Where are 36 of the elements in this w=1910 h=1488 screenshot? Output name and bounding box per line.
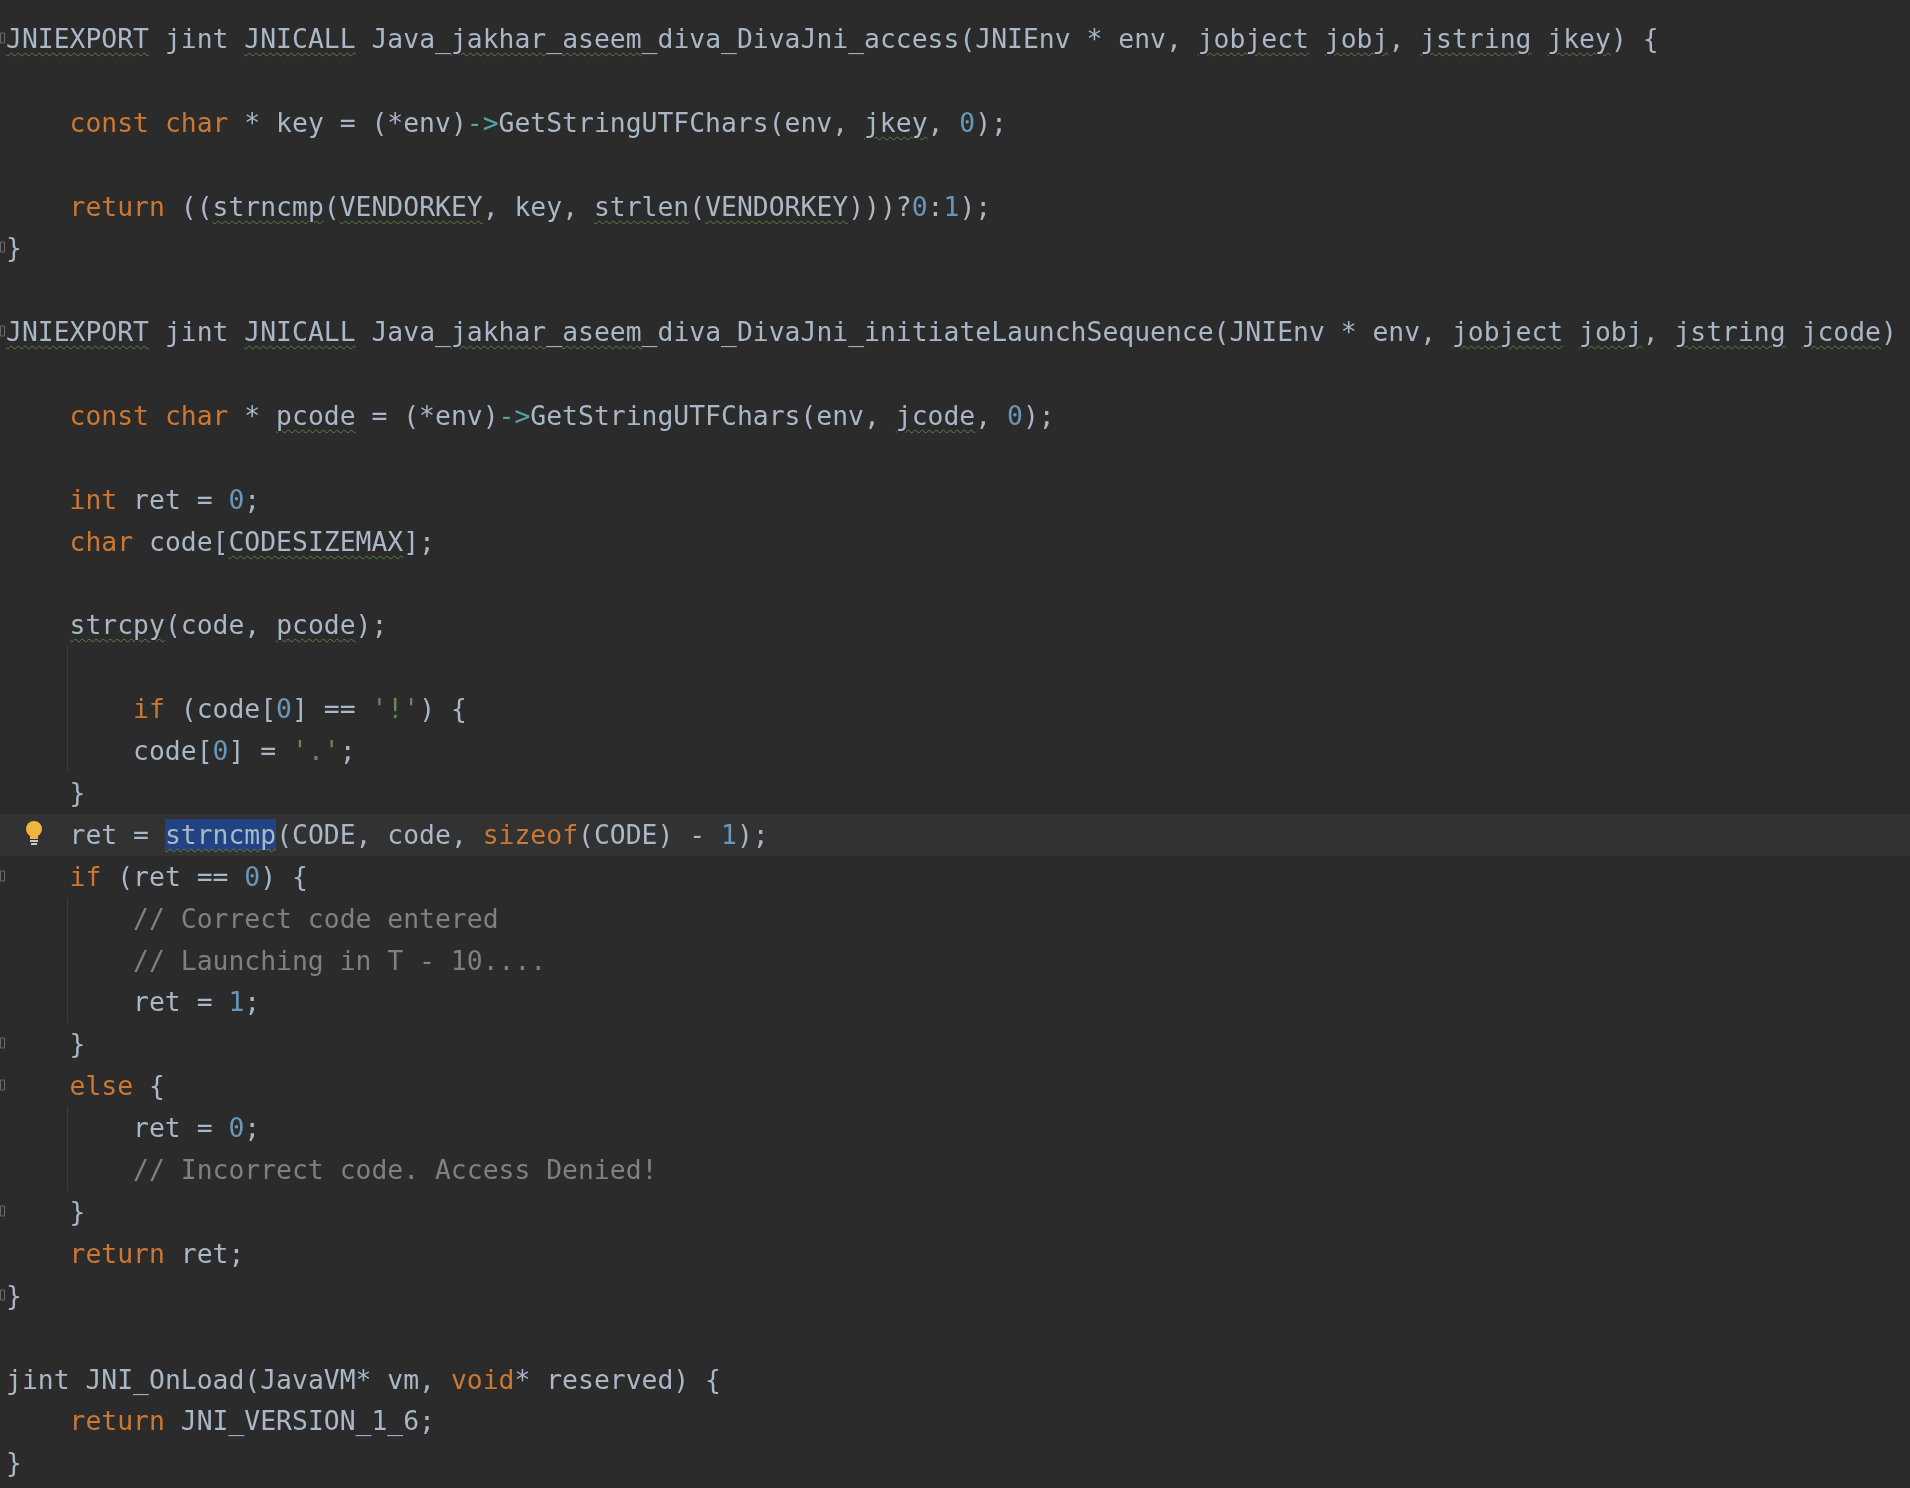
lightbulb-icon[interactable] (24, 819, 44, 846)
code-line: } (6, 1279, 22, 1311)
code-line: const char * pcode = (*env)->GetStringUTFChars(env, jcode, 0); (69, 400, 1055, 431)
code-line: else { (69, 1070, 165, 1102)
code-line: ret = strncmp(CODE, code, sizeof(CODE) - 1); (69, 818, 769, 850)
code-line: // Launching in T - 10.... (133, 944, 547, 976)
code-line: return ((strncmp(VENDORKEY, key, strlen(VENDORKEY)))?0:1); (69, 190, 992, 222)
fold-marker-icon[interactable] (0, 241, 5, 254)
code-line: code[0] = '.'; (133, 735, 356, 767)
fold-marker-icon[interactable] (0, 1204, 5, 1217)
code-line: } (6, 232, 22, 264)
code-line: char code[CODESIZEMAX]; (69, 525, 435, 557)
code-line: JNIEXPORT jint JNICALL Java_jakhar_aseem_diva_DivaJni_access(JNIEnv * env, jobject jobj, jstring jkey) { (6, 23, 1659, 54)
code-line: } (69, 1195, 86, 1227)
code-line: jint JNI_OnLoad(JavaVM* vm, void* reserved) { (6, 1363, 721, 1395)
code-line: ret = 0; (133, 1112, 261, 1144)
fold-marker-icon[interactable] (0, 1288, 5, 1301)
code-line: // Incorrect code. Access Denied! (133, 1154, 658, 1186)
fold-marker-icon[interactable] (0, 1037, 5, 1050)
code-line: return JNI_VERSION_1_6; (69, 1405, 435, 1437)
code-line: } (6, 1447, 22, 1479)
fold-marker-icon[interactable] (0, 32, 5, 44)
fold-marker-icon[interactable] (0, 869, 5, 882)
code-line: } (69, 777, 86, 809)
code-line: } (69, 1028, 86, 1060)
fold-marker-icon[interactable] (0, 325, 5, 338)
code-line: if (ret == 0) { (69, 860, 308, 892)
code-line: strcpy(code, pcode); (69, 609, 388, 641)
fold-marker-icon[interactable] (0, 1079, 5, 1092)
code-line: const char * key = (*env)->GetStringUTFChars(env, jkey, 0); (69, 106, 1007, 138)
code-line: int ret = 0; (69, 483, 261, 515)
code-line: JNIEXPORT jint JNICALL Java_jakhar_aseem_diva_DivaJni_initiateLaunchSequence(JNIEnv * env, jobject jobj, jstring jcode) (6, 316, 1897, 348)
code-line: ret = 1; (133, 986, 261, 1018)
code-line: // Correct code entered (133, 902, 499, 934)
code-line: if (code[0] == '!') { (133, 693, 467, 725)
code-line: return ret; (69, 1237, 245, 1269)
